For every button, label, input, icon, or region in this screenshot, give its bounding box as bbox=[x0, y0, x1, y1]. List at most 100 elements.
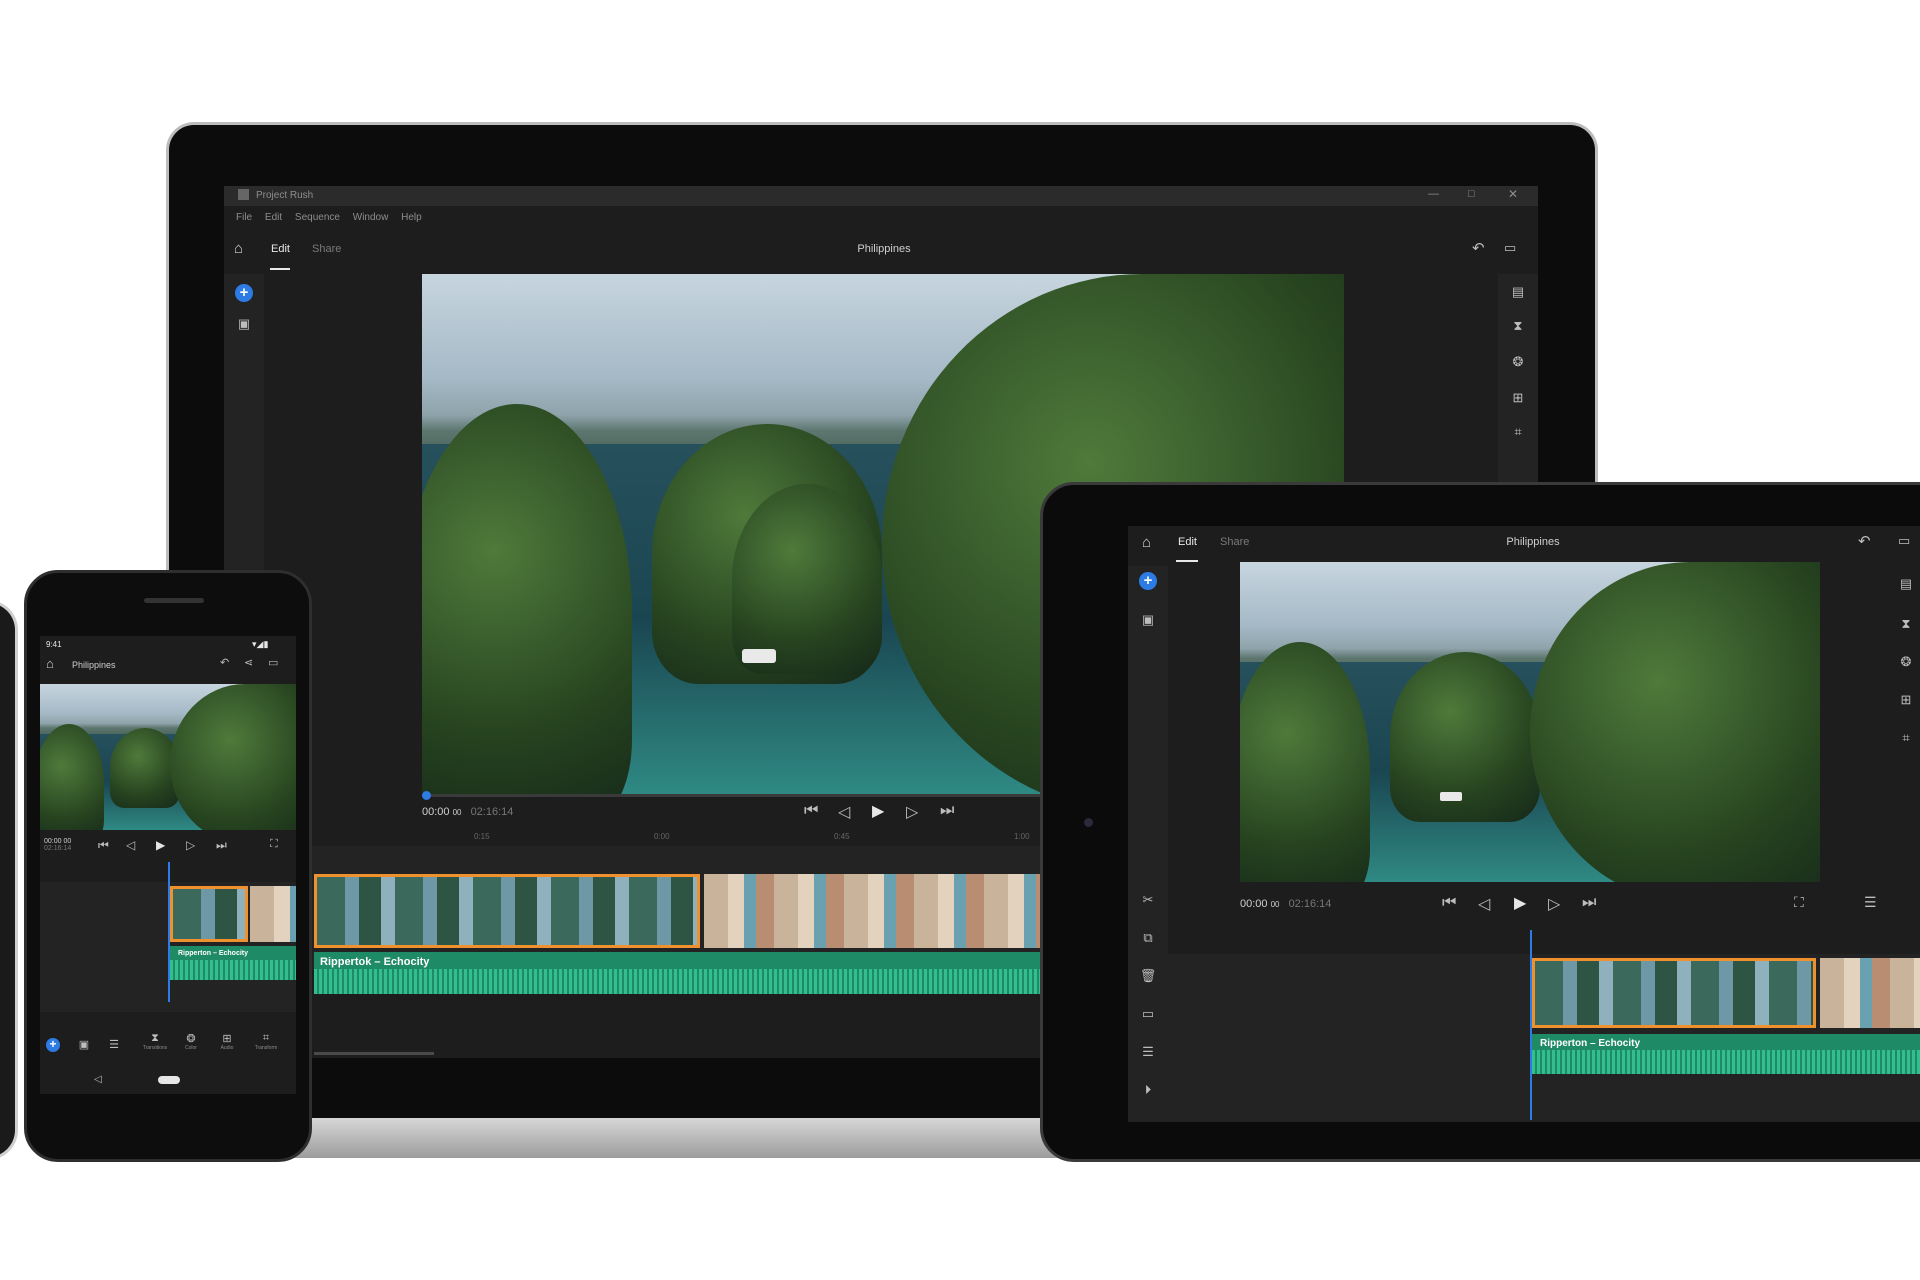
menu-file[interactable]: File bbox=[236, 212, 252, 223]
titles-icon[interactable]: ▤ bbox=[1508, 284, 1528, 300]
audio-clip[interactable]: Ripperton – Echocity bbox=[1532, 1034, 1920, 1074]
undo-icon[interactable]: ↶ bbox=[1472, 239, 1485, 257]
minimize-icon[interactable]: — bbox=[1428, 188, 1439, 200]
fullscreen-icon[interactable]: ⛶ bbox=[1794, 894, 1804, 911]
playhead-handle[interactable] bbox=[422, 791, 431, 800]
color-icon[interactable]: ❂ bbox=[1896, 654, 1916, 670]
add-media-button[interactable]: + bbox=[46, 1038, 60, 1052]
audio-icon[interactable]: ⊞ bbox=[1896, 692, 1916, 708]
step-back-icon[interactable]: ◁ bbox=[838, 802, 850, 822]
transitions-icon[interactable]: ⧗ bbox=[1896, 616, 1916, 632]
timecode: 00:00 00 02:16:14 bbox=[1240, 898, 1331, 910]
tool-transitions[interactable]: ⧗ Transitions bbox=[138, 1032, 172, 1051]
tracks-icon[interactable]: ☰ bbox=[104, 1038, 124, 1051]
timecode-frames: 00 bbox=[63, 838, 72, 845]
menu-sequence[interactable]: Sequence bbox=[295, 212, 340, 223]
tab-share[interactable]: Share bbox=[312, 243, 341, 255]
project-title: Philippines bbox=[72, 660, 116, 670]
comment-icon[interactable]: ▭ bbox=[1504, 240, 1516, 256]
speed-icon[interactable]: ⏵ bbox=[1138, 1082, 1158, 1098]
undo-icon[interactable]: ↶ bbox=[220, 656, 229, 669]
audio-clip[interactable]: Rippertok – Echocity bbox=[314, 952, 1064, 994]
comment-icon[interactable]: ▭ bbox=[1898, 533, 1910, 549]
video-clip-selected[interactable] bbox=[170, 886, 248, 942]
transitions-icon[interactable]: ⧗ bbox=[1508, 318, 1528, 334]
timecode-current: 00:00 bbox=[1240, 898, 1268, 910]
go-to-end-icon[interactable]: ⏭ bbox=[1582, 894, 1596, 912]
play-icon[interactable]: ▶ bbox=[1514, 893, 1526, 913]
tool-audio[interactable]: ⊞ Audio bbox=[210, 1032, 244, 1051]
step-forward-icon[interactable]: ▷ bbox=[906, 802, 918, 822]
tool-transform[interactable]: ⌗ Transform bbox=[246, 1032, 286, 1051]
transform-icon[interactable]: ⌗ bbox=[1896, 730, 1916, 746]
menu-window[interactable]: Window bbox=[353, 212, 389, 223]
timecode-frames: 00 bbox=[452, 808, 462, 817]
transitions-icon: ⧗ bbox=[151, 1032, 159, 1044]
go-to-end-icon[interactable]: ⏭ bbox=[216, 838, 227, 853]
tab-edit[interactable]: Edit bbox=[271, 243, 290, 255]
fullscreen-icon[interactable]: ⛶ bbox=[270, 838, 278, 851]
tool-color[interactable]: ❂ Color bbox=[174, 1032, 208, 1051]
go-to-start-icon[interactable]: ⏮ bbox=[98, 838, 109, 853]
play-icon[interactable]: ▶ bbox=[872, 801, 884, 821]
video-clip-selected[interactable] bbox=[1532, 958, 1816, 1028]
video-clip-selected[interactable] bbox=[314, 874, 700, 948]
video-preview[interactable] bbox=[1240, 562, 1820, 882]
home-icon[interactable]: ⌂ bbox=[46, 656, 54, 671]
media-icon[interactable]: ▣ bbox=[74, 1038, 94, 1051]
status-time: 9:41 bbox=[46, 640, 62, 649]
go-to-start-icon[interactable]: ⏮ bbox=[1442, 894, 1456, 912]
split-icon[interactable]: ✂ bbox=[1138, 892, 1158, 908]
comment-icon[interactable]: ▭ bbox=[268, 656, 278, 669]
detach-icon[interactable]: ▭ bbox=[1138, 1006, 1158, 1022]
timeline-scrollbar[interactable] bbox=[314, 1052, 434, 1055]
add-media-button[interactable]: + bbox=[235, 284, 253, 302]
home-icon[interactable]: ⌂ bbox=[234, 240, 243, 257]
status-icons: ▾◢▮ bbox=[252, 639, 269, 649]
menu-edit[interactable]: Edit bbox=[265, 212, 282, 223]
color-icon[interactable]: ❂ bbox=[1508, 354, 1528, 370]
audio-clip[interactable]: Ripperton – Echocity bbox=[170, 946, 296, 980]
close-icon[interactable]: ✕ bbox=[1508, 187, 1518, 201]
maximize-icon[interactable]: □ bbox=[1468, 188, 1475, 200]
menu-icon[interactable]: ☰ bbox=[1864, 894, 1877, 911]
tab-edit[interactable]: Edit bbox=[1178, 536, 1197, 548]
tool-label: Transform bbox=[254, 1045, 278, 1051]
ruler-tick: 0:15 bbox=[474, 832, 490, 841]
home-icon[interactable]: ⌂ bbox=[1142, 534, 1151, 551]
audio-icon[interactable]: ⊞ bbox=[1508, 390, 1528, 406]
video-clip[interactable] bbox=[250, 886, 296, 942]
go-to-end-icon[interactable]: ⏭ bbox=[940, 802, 954, 820]
transform-icon[interactable]: ⌗ bbox=[1508, 424, 1528, 440]
video-preview[interactable] bbox=[40, 684, 296, 830]
step-forward-icon[interactable]: ▷ bbox=[1548, 894, 1560, 914]
second-phone-edge bbox=[0, 600, 18, 1160]
boat bbox=[1440, 792, 1462, 801]
step-forward-icon[interactable]: ▷ bbox=[186, 838, 195, 852]
titles-icon[interactable]: ▤ bbox=[1896, 576, 1916, 592]
back-nav-icon[interactable]: ◁ bbox=[94, 1074, 102, 1085]
delete-icon[interactable]: 🗑 bbox=[1138, 968, 1158, 984]
video-clip[interactable] bbox=[1820, 958, 1920, 1028]
left-toolbar bbox=[1128, 566, 1168, 1122]
tracks-icon[interactable]: ☰ bbox=[1138, 1044, 1158, 1060]
play-icon[interactable]: ▶ bbox=[156, 838, 165, 852]
step-back-icon[interactable]: ◁ bbox=[1478, 894, 1490, 914]
share-icon[interactable]: ⋖ bbox=[244, 656, 253, 669]
media-icon[interactable]: ▣ bbox=[234, 316, 254, 332]
step-back-icon[interactable]: ◁ bbox=[126, 838, 135, 852]
media-icon[interactable]: ▣ bbox=[1138, 612, 1158, 628]
tablet-camera bbox=[1084, 818, 1093, 827]
menu-help[interactable]: Help bbox=[401, 212, 422, 223]
ruler-tick: 1:00 bbox=[1014, 832, 1030, 841]
add-media-button[interactable]: + bbox=[1139, 572, 1157, 590]
tab-edit-underline bbox=[270, 268, 290, 270]
duplicate-icon[interactable]: ⧉ bbox=[1138, 930, 1158, 946]
timecode-total: 02:16:14 bbox=[1288, 898, 1332, 910]
app-title: Project Rush bbox=[256, 190, 314, 201]
go-to-start-icon[interactable]: ⏮ bbox=[804, 802, 818, 820]
tab-share[interactable]: Share bbox=[1220, 536, 1249, 548]
undo-icon[interactable]: ↶ bbox=[1858, 532, 1871, 550]
video-clip[interactable] bbox=[704, 874, 1064, 948]
home-nav-pill[interactable] bbox=[158, 1076, 180, 1084]
